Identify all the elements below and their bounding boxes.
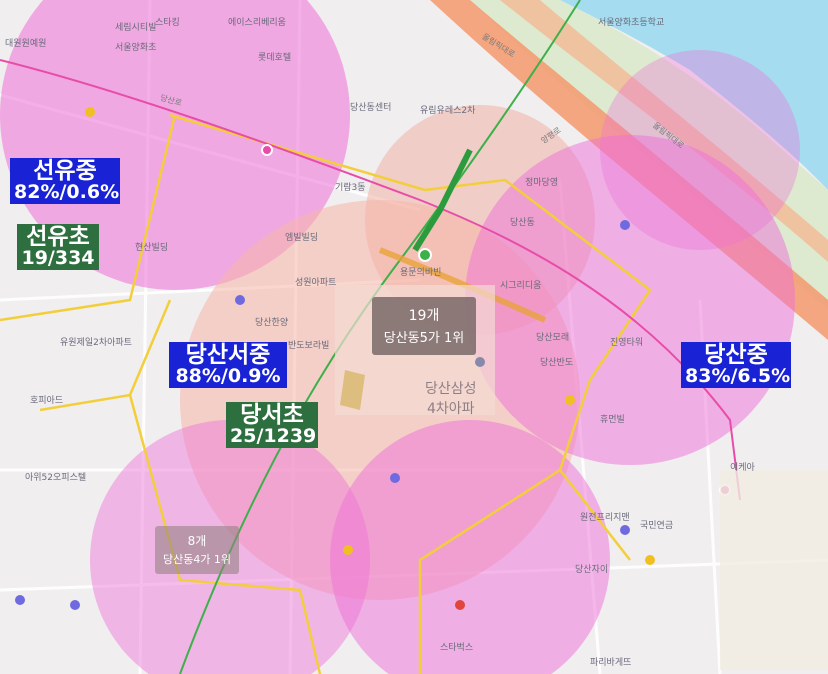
poi-marker[interactable] — [85, 107, 95, 117]
poi-label: 유림유레스2차 — [420, 106, 476, 116]
school-name: 선유중 — [33, 158, 97, 184]
poi-marker[interactable] — [475, 357, 485, 367]
right-apartment-area — [720, 470, 828, 670]
school-name: 선유초 — [26, 224, 90, 250]
poi-marker[interactable] — [390, 473, 400, 483]
river-zone — [600, 50, 800, 250]
apartment-label: 당산삼성 4차아파 — [425, 378, 477, 418]
poi-label: 롯데호텔 — [258, 53, 292, 63]
poi-label: 유원제일2차아파트 — [60, 338, 132, 348]
poi-label: 국민연금 — [640, 521, 674, 531]
poi-marker[interactable] — [235, 295, 245, 305]
poi-marker[interactable] — [455, 600, 465, 610]
poi-marker[interactable] — [620, 525, 630, 535]
poi-label: 용문의바빈 — [400, 268, 442, 278]
poi-label: 휴먼빌 — [600, 415, 625, 425]
school-stat: 82%/0.6% — [14, 181, 120, 204]
poi-label: 에이스리베리움 — [228, 18, 286, 28]
poi-marker[interactable] — [70, 600, 80, 610]
apartment-sub: 4차아파 — [426, 401, 475, 417]
poi-label: 당산동 — [510, 218, 535, 228]
poi-label: 당산동센터 — [350, 103, 392, 113]
school-label-dangsan-seo-middle[interactable]: 당산서중 88%/0.9% — [169, 342, 287, 389]
school-stat: 19/334 — [21, 247, 95, 270]
school-name: 당서초 — [240, 402, 304, 428]
school-label-dangseo-elem[interactable]: 당서초 25/1239 — [226, 402, 318, 449]
poi-label: 정마당영 — [525, 178, 559, 188]
poi-label: 당산한양 — [255, 318, 289, 328]
poi-label: 세림시티빌 — [115, 23, 157, 33]
poi-label: 시그리디움 — [500, 281, 542, 291]
poi-marker[interactable] — [15, 595, 25, 605]
poi-label: 당산반도 — [540, 358, 574, 368]
poi-marker[interactable] — [565, 395, 575, 405]
poi-label: 당산자이 — [575, 565, 609, 575]
poi-label: 이케아 — [730, 463, 755, 473]
cluster-area: 당산동4가 1위 — [162, 553, 232, 566]
school-stat: 88%/0.9% — [175, 365, 281, 388]
poi-label: 기람3동 — [335, 183, 366, 193]
apartment-name: 당산삼성 — [425, 381, 477, 397]
poi-marker[interactable] — [645, 555, 655, 565]
cluster-dangsan5[interactable]: 19개 당산동5가 1위 — [372, 297, 476, 355]
poi-label: 현산빌딩 — [135, 243, 169, 253]
seonyudo-station-marker[interactable] — [261, 144, 273, 156]
cluster-dangsan4[interactable]: 8개 당산동4가 1위 — [155, 526, 239, 574]
poi-label: 서울양화초등학교 — [598, 18, 665, 28]
poi-label: 스타벅스 — [440, 643, 474, 653]
poi-label: 대원원예원 — [5, 39, 47, 49]
school-name: 당산서중 — [185, 342, 271, 368]
school-stat: 83%/6.5% — [685, 365, 791, 388]
dangsan-station-marker[interactable] — [418, 248, 432, 262]
poi-label: 성원아파트 — [295, 278, 337, 288]
cluster-area: 당산동5가 1위 — [383, 331, 465, 346]
cluster-count: 19개 — [408, 308, 440, 324]
poi-label: 파리바게뜨 — [590, 658, 632, 668]
poi-marker[interactable] — [620, 220, 630, 230]
poi-label: 서울양화초 — [115, 43, 157, 53]
school-label-sunyu-middle[interactable]: 선유중 82%/0.6% — [10, 158, 120, 205]
poi-label: 스타킹 — [155, 18, 180, 28]
cluster-count: 8개 — [187, 534, 207, 548]
poi-label: 원전프리지맨 — [580, 513, 630, 523]
poi-label: 호피아드 — [30, 396, 64, 406]
school-label-sunyu-elem[interactable]: 선유초 19/334 — [17, 224, 99, 271]
school-label-dangsan-middle[interactable]: 당산중 83%/6.5% — [681, 342, 791, 389]
poi-label: 당산모래 — [536, 333, 570, 343]
poi-label: 엠빌빌딩 — [285, 233, 319, 243]
poi-label: 아위52오피스텔 — [25, 473, 87, 483]
school-name: 당산중 — [704, 342, 768, 368]
poi-label: 반도보라빌 — [288, 341, 330, 351]
school-stat: 25/1239 — [230, 425, 317, 448]
poi-marker[interactable] — [343, 545, 353, 555]
poi-label: 진영타워 — [610, 338, 644, 348]
